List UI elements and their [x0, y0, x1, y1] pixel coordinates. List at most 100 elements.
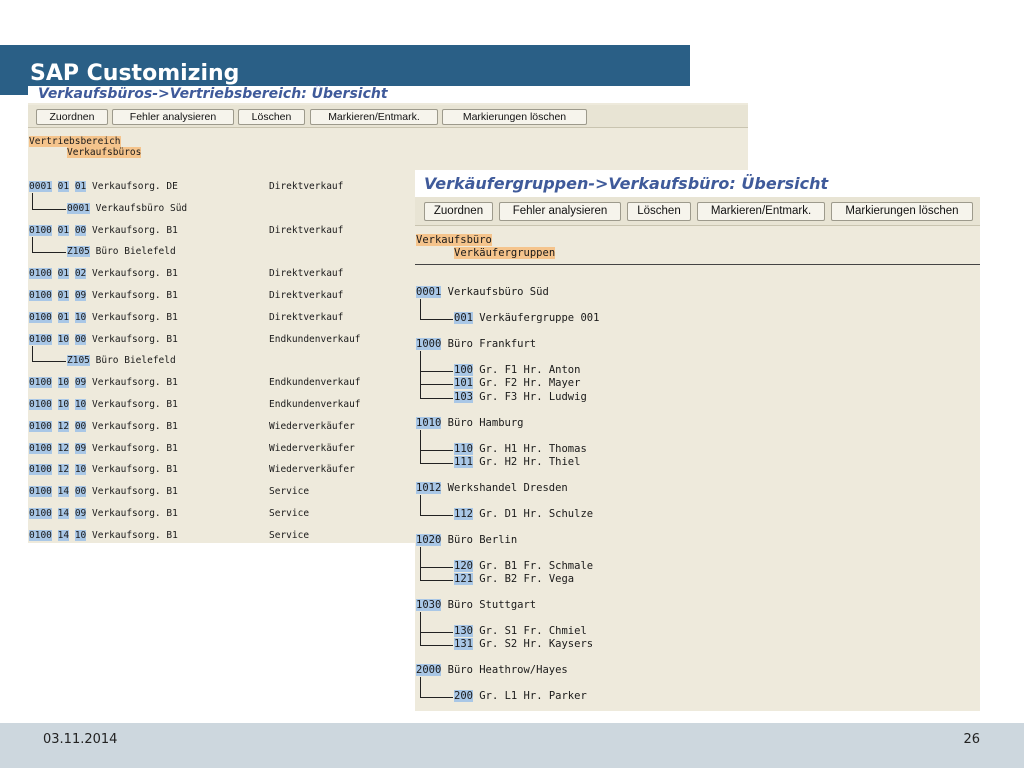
sales-area-row[interactable]: 0100 12 10 Verkaufsorg. B1 Wiederverkäufe… [29, 464, 355, 476]
code-chip: 09 [74, 377, 87, 388]
code-chip: 0100 [29, 486, 52, 497]
hierarchy-level-1: Vertriebsbereich [29, 136, 121, 147]
row-description: Verkaufsorg. B1 [92, 312, 178, 323]
row-description: Gr. B1 Fr. Schmale [479, 560, 594, 572]
sales-office-row[interactable]: 1000 Büro Frankfurt [416, 338, 536, 351]
sales-office-row[interactable]: 1030 Büro Stuttgart [416, 599, 536, 612]
tree-connector [420, 547, 421, 580]
sales-area-row[interactable]: 0100 01 00 Verkaufsorg. B1 Direktverkauf [29, 225, 343, 237]
assign-button[interactable]: Zuordnen [36, 109, 108, 125]
mark-unmark-button[interactable]: Markieren/Entmark. [310, 109, 438, 125]
sales-area-row[interactable]: 0100 01 09 Verkaufsorg. B1 Direktverkauf [29, 290, 343, 302]
page-number: 26 [963, 732, 980, 747]
code-chip: 01 [57, 268, 70, 279]
sales-group-row[interactable]: 100 Gr. F1 Hr. Anton [454, 364, 580, 377]
hierarchy-level-2: Verkäufergruppen [454, 247, 556, 259]
clear-marks-button[interactable]: Markierungen löschen [442, 109, 587, 125]
code-chip: 01 [74, 181, 87, 192]
tree-connector [420, 612, 421, 645]
sales-area-row[interactable]: 0100 14 00 Verkaufsorg. B1 Service [29, 486, 309, 498]
row-description: Verkaufsorg. B1 [92, 508, 178, 519]
code-chip: 02 [74, 268, 87, 279]
code-chip: 120 [454, 560, 473, 572]
sales-group-row[interactable]: 130 Gr. S1 Fr. Chmiel [454, 625, 587, 638]
sales-area-row[interactable]: 0100 12 00 Verkaufsorg. B1 Wiederverkäufe… [29, 421, 355, 433]
code-chip: 01 [57, 312, 70, 323]
code-chip: 001 [454, 312, 473, 324]
sales-area-row[interactable]: 0100 01 02 Verkaufsorg. B1 Direktverkauf [29, 268, 343, 280]
code-chip: 0100 [29, 268, 52, 279]
code-chip: 2000 [416, 664, 442, 676]
assign-button[interactable]: Zuordnen [424, 202, 493, 221]
code-chip: 10 [57, 399, 70, 410]
row-description: Büro Frankfurt [447, 338, 537, 350]
sales-group-row[interactable]: 200 Gr. L1 Hr. Parker [454, 690, 587, 703]
sales-office-row[interactable]: 0001 Verkaufsbüro Süd [67, 203, 187, 215]
sales-group-row[interactable]: 103 Gr. F3 Hr. Ludwig [454, 391, 587, 404]
sales-office-row[interactable]: Z105 Büro Bielefeld [67, 355, 176, 367]
clear-marks-button[interactable]: Markierungen löschen [831, 202, 973, 221]
code-chip: 14 [57, 486, 70, 497]
sales-area-row[interactable]: 0100 14 09 Verkaufsorg. B1 Service [29, 508, 309, 520]
row-description: Verkaufsorg. B1 [92, 443, 178, 454]
code-chip: 0100 [29, 464, 52, 475]
sales-group-row[interactable]: 110 Gr. H1 Hr. Thomas [454, 443, 587, 456]
code-chip: 0100 [29, 421, 52, 432]
code-chip: Z105 [67, 246, 90, 257]
hierarchy-level-2: Verkaufsbüros [67, 147, 142, 158]
sales-area-row[interactable]: 0100 10 00 Verkaufsorg. B1 Endkundenverka… [29, 334, 361, 346]
sales-area-row[interactable]: 0001 01 01 Verkaufsorg. DE Direktverkauf [29, 181, 343, 193]
row-description: Büro Stuttgart [447, 599, 537, 611]
window-toolbar: Zuordnen Fehler analysieren Löschen Mark… [415, 197, 980, 226]
sales-group-row[interactable]: 001 Verkäufergruppe 001 [454, 312, 599, 325]
sales-area-row[interactable]: 0100 12 09 Verkaufsorg. B1 Wiederverkäufe… [29, 443, 355, 455]
sales-office-row[interactable]: 1012 Werkshandel Dresden [416, 482, 568, 495]
hierarchy-level-1: Verkaufsbüro [416, 234, 492, 246]
row-description: Büro Hamburg [447, 417, 524, 429]
mark-unmark-button[interactable]: Markieren/Entmark. [697, 202, 825, 221]
code-chip: 131 [454, 638, 473, 650]
code-chip: 130 [454, 625, 473, 637]
row-description: Büro Bielefeld [95, 355, 176, 366]
tree-connector [420, 371, 453, 372]
tree-connector [420, 580, 453, 581]
sales-office-row[interactable]: 1020 Büro Berlin [416, 534, 517, 547]
sales-group-row[interactable]: 121 Gr. B2 Fr. Vega [454, 573, 574, 586]
analyze-errors-button[interactable]: Fehler analysieren [112, 109, 234, 125]
sales-group-row[interactable]: 131 Gr. S2 Hr. Kaysers [454, 638, 593, 651]
sales-area-row[interactable]: 0100 10 10 Verkaufsorg. B1 Endkundenverka… [29, 399, 361, 411]
sales-group-row[interactable]: 111 Gr. H2 Hr. Thiel [454, 456, 580, 469]
sales-group-row[interactable]: 112 Gr. D1 Hr. Schulze [454, 508, 593, 521]
delete-button[interactable]: Löschen [627, 202, 691, 221]
code-chip: 14 [57, 508, 70, 519]
distribution-type: Direktverkauf [269, 225, 344, 236]
code-chip: 0100 [29, 312, 52, 323]
sales-office-row[interactable]: 2000 Büro Heathrow/Hayes [416, 664, 568, 677]
code-chip: 112 [454, 508, 473, 520]
sales-office-row[interactable]: Z105 Büro Bielefeld [67, 246, 176, 258]
code-chip: 1012 [416, 482, 442, 494]
sales-group-row[interactable]: 101 Gr. F2 Hr. Mayer [454, 377, 580, 390]
sales-office-row[interactable]: 0001 Verkaufsbüro Süd [416, 286, 549, 299]
code-chip: 01 [57, 225, 70, 236]
row-description: Verkaufsbüro Süd [447, 286, 549, 298]
row-description: Verkaufsorg. B1 [92, 421, 178, 432]
sales-area-row[interactable]: 0100 01 10 Verkaufsorg. B1 Direktverkauf [29, 312, 343, 324]
code-chip: 0100 [29, 508, 52, 519]
analyze-errors-button[interactable]: Fehler analysieren [499, 202, 621, 221]
sales-group-row[interactable]: 120 Gr. B1 Fr. Schmale [454, 560, 593, 573]
sales-area-row[interactable]: 0100 10 09 Verkaufsorg. B1 Endkundenverka… [29, 377, 361, 389]
distribution-type: Service [269, 530, 310, 541]
row-description: Verkaufsorg. B1 [92, 225, 178, 236]
tree-connector [420, 463, 453, 464]
row-description: Verkaufsorg. B1 [92, 530, 178, 541]
row-description: Verkaufsbüro Süd [95, 203, 188, 214]
delete-button[interactable]: Löschen [238, 109, 305, 125]
tree-connector [420, 632, 453, 633]
tree-connector [420, 430, 421, 463]
sales-area-row[interactable]: 0100 14 10 Verkaufsorg. B1 Service [29, 530, 309, 542]
tree-connector [420, 398, 453, 399]
sales-office-row[interactable]: 1010 Büro Hamburg [416, 417, 523, 430]
tree-connector [32, 346, 33, 361]
row-description: Gr. F1 Hr. Anton [479, 364, 581, 376]
